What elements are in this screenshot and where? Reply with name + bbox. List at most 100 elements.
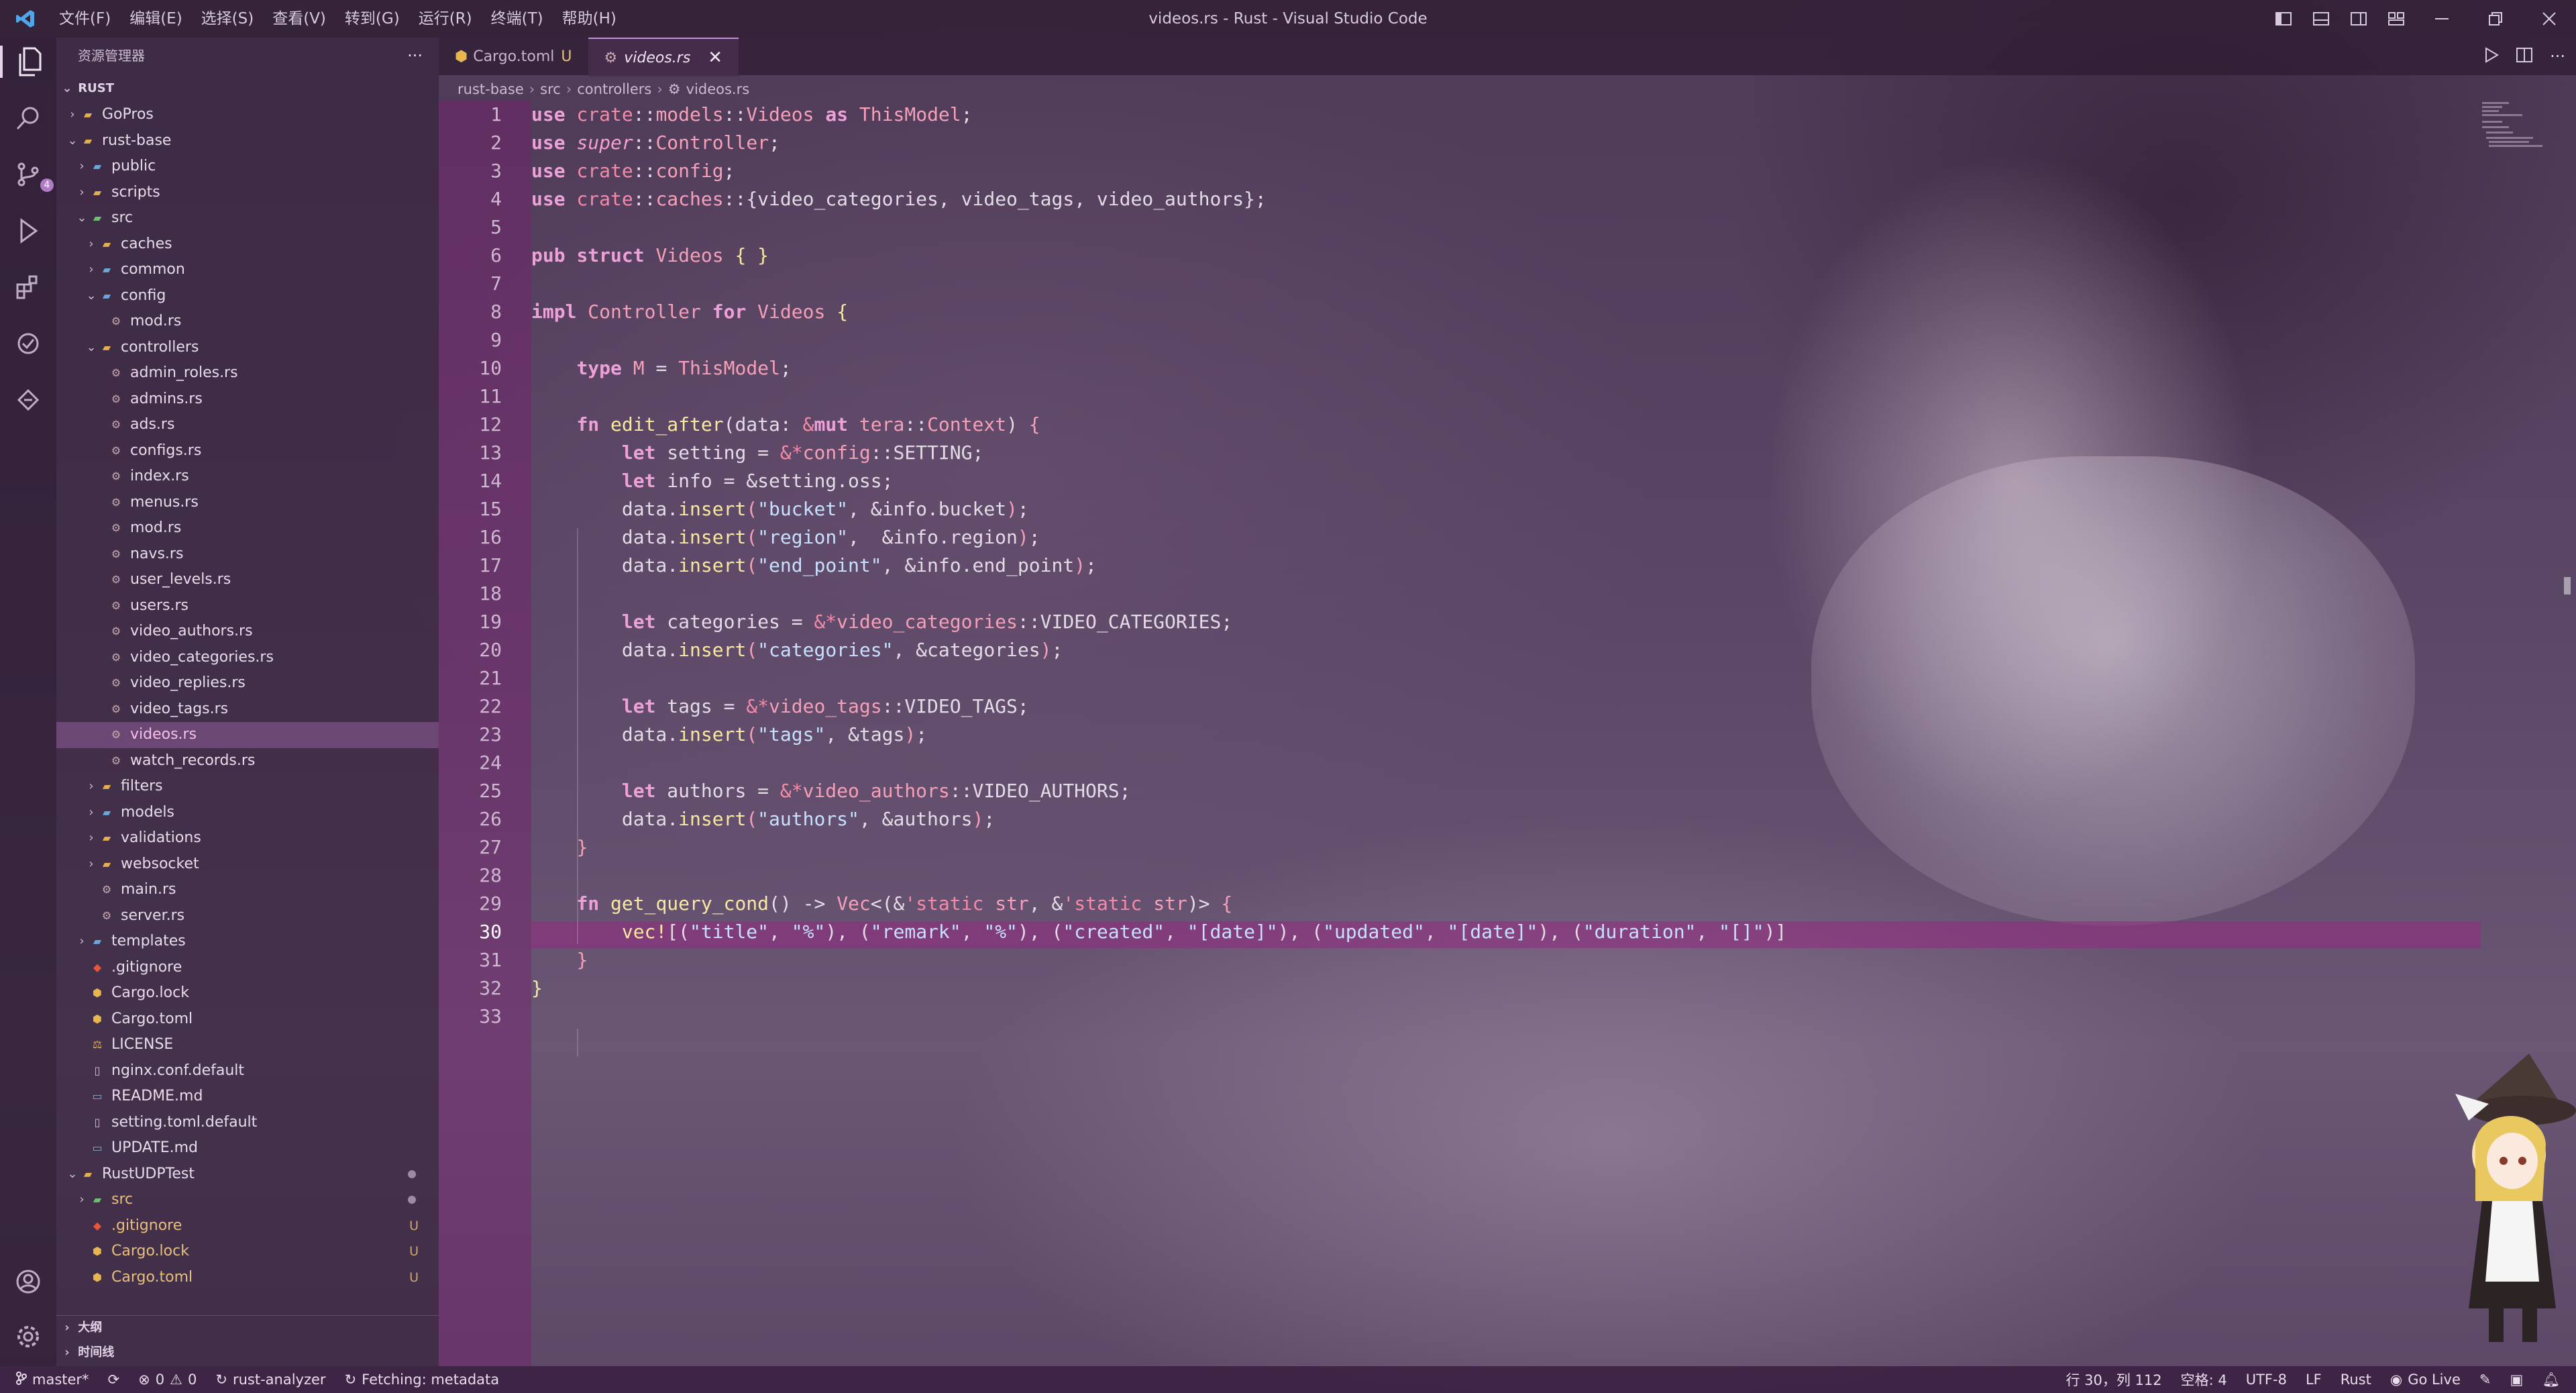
tree-item[interactable]: ⚙ video_authors.rs bbox=[56, 619, 439, 645]
tree-item[interactable]: ▯ setting.toml.default bbox=[56, 1110, 439, 1136]
search-icon[interactable] bbox=[12, 102, 44, 134]
language-mode[interactable]: Rust bbox=[2331, 1366, 2381, 1393]
run-code-icon[interactable] bbox=[2484, 47, 2500, 66]
timeline-history-icon[interactable] bbox=[12, 384, 44, 416]
tree-item[interactable]: ⌄ ▰ controllers bbox=[56, 335, 439, 361]
tree-item[interactable]: › ▰ common bbox=[56, 257, 439, 283]
remote-file-icon[interactable]: ▣ bbox=[2500, 1366, 2532, 1393]
more-actions-icon[interactable]: ··· bbox=[407, 38, 423, 74]
tree-item[interactable]: ⌄ ▰ config bbox=[56, 283, 439, 309]
minimap[interactable] bbox=[2482, 101, 2563, 154]
tree-item[interactable]: ⌄ ▰ rust-base bbox=[56, 128, 439, 154]
end-of-line[interactable]: LF bbox=[2296, 1366, 2331, 1393]
tree-item[interactable]: ⚙ videos.rs bbox=[56, 722, 439, 748]
tree-item[interactable]: ◆ .gitignore bbox=[56, 955, 439, 981]
go-live-button[interactable]: ◉ Go Live bbox=[2381, 1366, 2470, 1393]
tree-item[interactable]: ⚙ mod.rs bbox=[56, 309, 439, 335]
tree-item[interactable]: › ▰ GoPros bbox=[56, 102, 439, 128]
menu-item[interactable]: 终端(T) bbox=[482, 0, 553, 38]
tree-item[interactable]: › ▰ models bbox=[56, 800, 439, 826]
tree-item[interactable]: › ▰ public bbox=[56, 154, 439, 180]
tree-item[interactable]: ⌄ ▰ src bbox=[56, 205, 439, 231]
tree-item[interactable]: ◆ .gitignore U bbox=[56, 1213, 439, 1239]
menu-item[interactable]: 运行(R) bbox=[409, 0, 482, 38]
code-editor[interactable]: use crate::models::Videos as ThisModel; … bbox=[531, 101, 2477, 1366]
tree-item[interactable]: ⚙ users.rs bbox=[56, 593, 439, 619]
breadcrumb-item[interactable]: src bbox=[540, 81, 561, 97]
encoding[interactable]: UTF-8 bbox=[2237, 1366, 2296, 1393]
run-debug-icon[interactable] bbox=[12, 215, 44, 247]
breadcrumb-item[interactable]: rust-base bbox=[458, 81, 524, 97]
timeline-section[interactable]: › 时间线 bbox=[56, 1341, 439, 1365]
breadcrumb-item[interactable]: videos.rs bbox=[686, 81, 750, 97]
tree-item[interactable]: ⚙ menus.rs bbox=[56, 490, 439, 516]
rust-analyzer-status[interactable]: ↻ rust-analyzer bbox=[206, 1366, 335, 1393]
sync-button[interactable]: ⟳ bbox=[99, 1366, 129, 1393]
tree-item[interactable]: ⚙ mod.rs bbox=[56, 515, 439, 541]
tree-item[interactable]: ⚙ video_tags.rs bbox=[56, 696, 439, 723]
outline-section[interactable]: › 大纲 bbox=[56, 1315, 439, 1340]
indentation[interactable]: 空格: 4 bbox=[2171, 1366, 2237, 1393]
menu-item[interactable]: 选择(S) bbox=[192, 0, 264, 38]
tree-item[interactable]: › ▰ templates bbox=[56, 929, 439, 955]
tree-item[interactable]: › ▰ caches bbox=[56, 231, 439, 258]
remote-explorer-icon[interactable] bbox=[12, 327, 44, 360]
account-icon[interactable] bbox=[12, 1266, 44, 1298]
explorer-icon[interactable] bbox=[0, 46, 59, 78]
settings-gear-icon[interactable] bbox=[12, 1321, 44, 1353]
split-editor-icon[interactable] bbox=[2516, 48, 2533, 65]
toggle-sidebar-icon[interactable] bbox=[2265, 0, 2302, 38]
tree-item[interactable]: ⬢ Cargo.toml bbox=[56, 1007, 439, 1033]
tree-item[interactable]: › ▰ scripts bbox=[56, 180, 439, 206]
tree-item[interactable]: ⚙ index.rs bbox=[56, 464, 439, 490]
tree-item[interactable]: ⚙ watch_records.rs bbox=[56, 748, 439, 774]
toggle-secondary-sidebar-icon[interactable] bbox=[2340, 0, 2377, 38]
restore-icon[interactable] bbox=[2469, 0, 2522, 38]
minimize-icon[interactable] bbox=[2415, 0, 2469, 38]
fetching-status[interactable]: ↻ Fetching: metadata bbox=[335, 1366, 509, 1393]
feedback-icon[interactable]: ✎ bbox=[2470, 1366, 2501, 1393]
tree-item[interactable]: ⚙ ads.rs bbox=[56, 412, 439, 438]
breadcrumb-item[interactable]: controllers bbox=[577, 81, 651, 97]
tab-cargo-toml[interactable]: ⬢ Cargo.toml U bbox=[439, 38, 588, 75]
tree-item[interactable]: ⚙ admin_roles.rs bbox=[56, 360, 439, 386]
tree-item[interactable]: › ▰ validations bbox=[56, 825, 439, 852]
notifications-bell-icon[interactable]: 🔔︎ bbox=[2532, 1366, 2576, 1393]
tree-item[interactable]: ⌄ ▰ RustUDPTest bbox=[56, 1162, 439, 1188]
tree-item[interactable]: ⬢ Cargo.lock bbox=[56, 980, 439, 1007]
tree-item[interactable]: ⚙ configs.rs bbox=[56, 438, 439, 464]
menu-item[interactable]: 文件(F) bbox=[50, 0, 120, 38]
menu-item[interactable]: 编辑(E) bbox=[120, 0, 191, 38]
close-tab-icon[interactable]: ✕ bbox=[708, 48, 722, 68]
source-control-icon[interactable]: 4 bbox=[12, 158, 54, 192]
tree-item[interactable]: ⬢ Cargo.lock U bbox=[56, 1239, 439, 1265]
tree-item[interactable]: ⚙ video_replies.rs bbox=[56, 670, 439, 696]
tree-item[interactable]: ⬢ Cargo.toml U bbox=[56, 1265, 439, 1291]
tree-item[interactable]: ⚙ admins.rs bbox=[56, 386, 439, 413]
problems-indicator[interactable]: ⊗ 0 ⚠ 0 bbox=[129, 1366, 206, 1393]
menu-item[interactable]: 转到(G) bbox=[335, 0, 409, 38]
menu-item[interactable]: 帮助(H) bbox=[553, 0, 626, 38]
menu-item[interactable]: 查看(V) bbox=[263, 0, 335, 38]
tree-item[interactable]: ⚖ LICENSE bbox=[56, 1032, 439, 1058]
tree-item[interactable]: ⚙ navs.rs bbox=[56, 541, 439, 568]
tree-item[interactable]: › ▰ filters bbox=[56, 774, 439, 800]
branch-indicator[interactable]: master* bbox=[0, 1366, 99, 1393]
scrollbar-marker[interactable] bbox=[2564, 577, 2571, 595]
more-editor-actions-icon[interactable]: ··· bbox=[2550, 47, 2565, 66]
tree-item[interactable]: › ▰ src bbox=[56, 1187, 439, 1213]
customize-layout-icon[interactable] bbox=[2377, 0, 2415, 38]
close-window-icon[interactable] bbox=[2522, 0, 2576, 38]
tree-item[interactable]: › ▰ websocket bbox=[56, 852, 439, 878]
tab-videos-rs[interactable]: ⚙ videos.rs ✕ bbox=[588, 38, 739, 76]
tree-item[interactable]: ⚙ video_categories.rs bbox=[56, 645, 439, 671]
tree-item[interactable]: ⚙ main.rs bbox=[56, 877, 439, 903]
workspace-root-header[interactable]: ⌄ RUST bbox=[56, 76, 439, 101]
tree-item[interactable]: ⚙ server.rs bbox=[56, 903, 439, 929]
tree-item[interactable]: ▭ UPDATE.md bbox=[56, 1135, 439, 1162]
toggle-panel-icon[interactable] bbox=[2302, 0, 2340, 38]
extensions-icon[interactable] bbox=[12, 271, 44, 303]
cursor-position[interactable]: 行 30，列 112 bbox=[2056, 1366, 2171, 1393]
tree-item[interactable]: ▯ nginx.conf.default bbox=[56, 1058, 439, 1084]
tree-item[interactable]: ⚙ user_levels.rs bbox=[56, 567, 439, 593]
